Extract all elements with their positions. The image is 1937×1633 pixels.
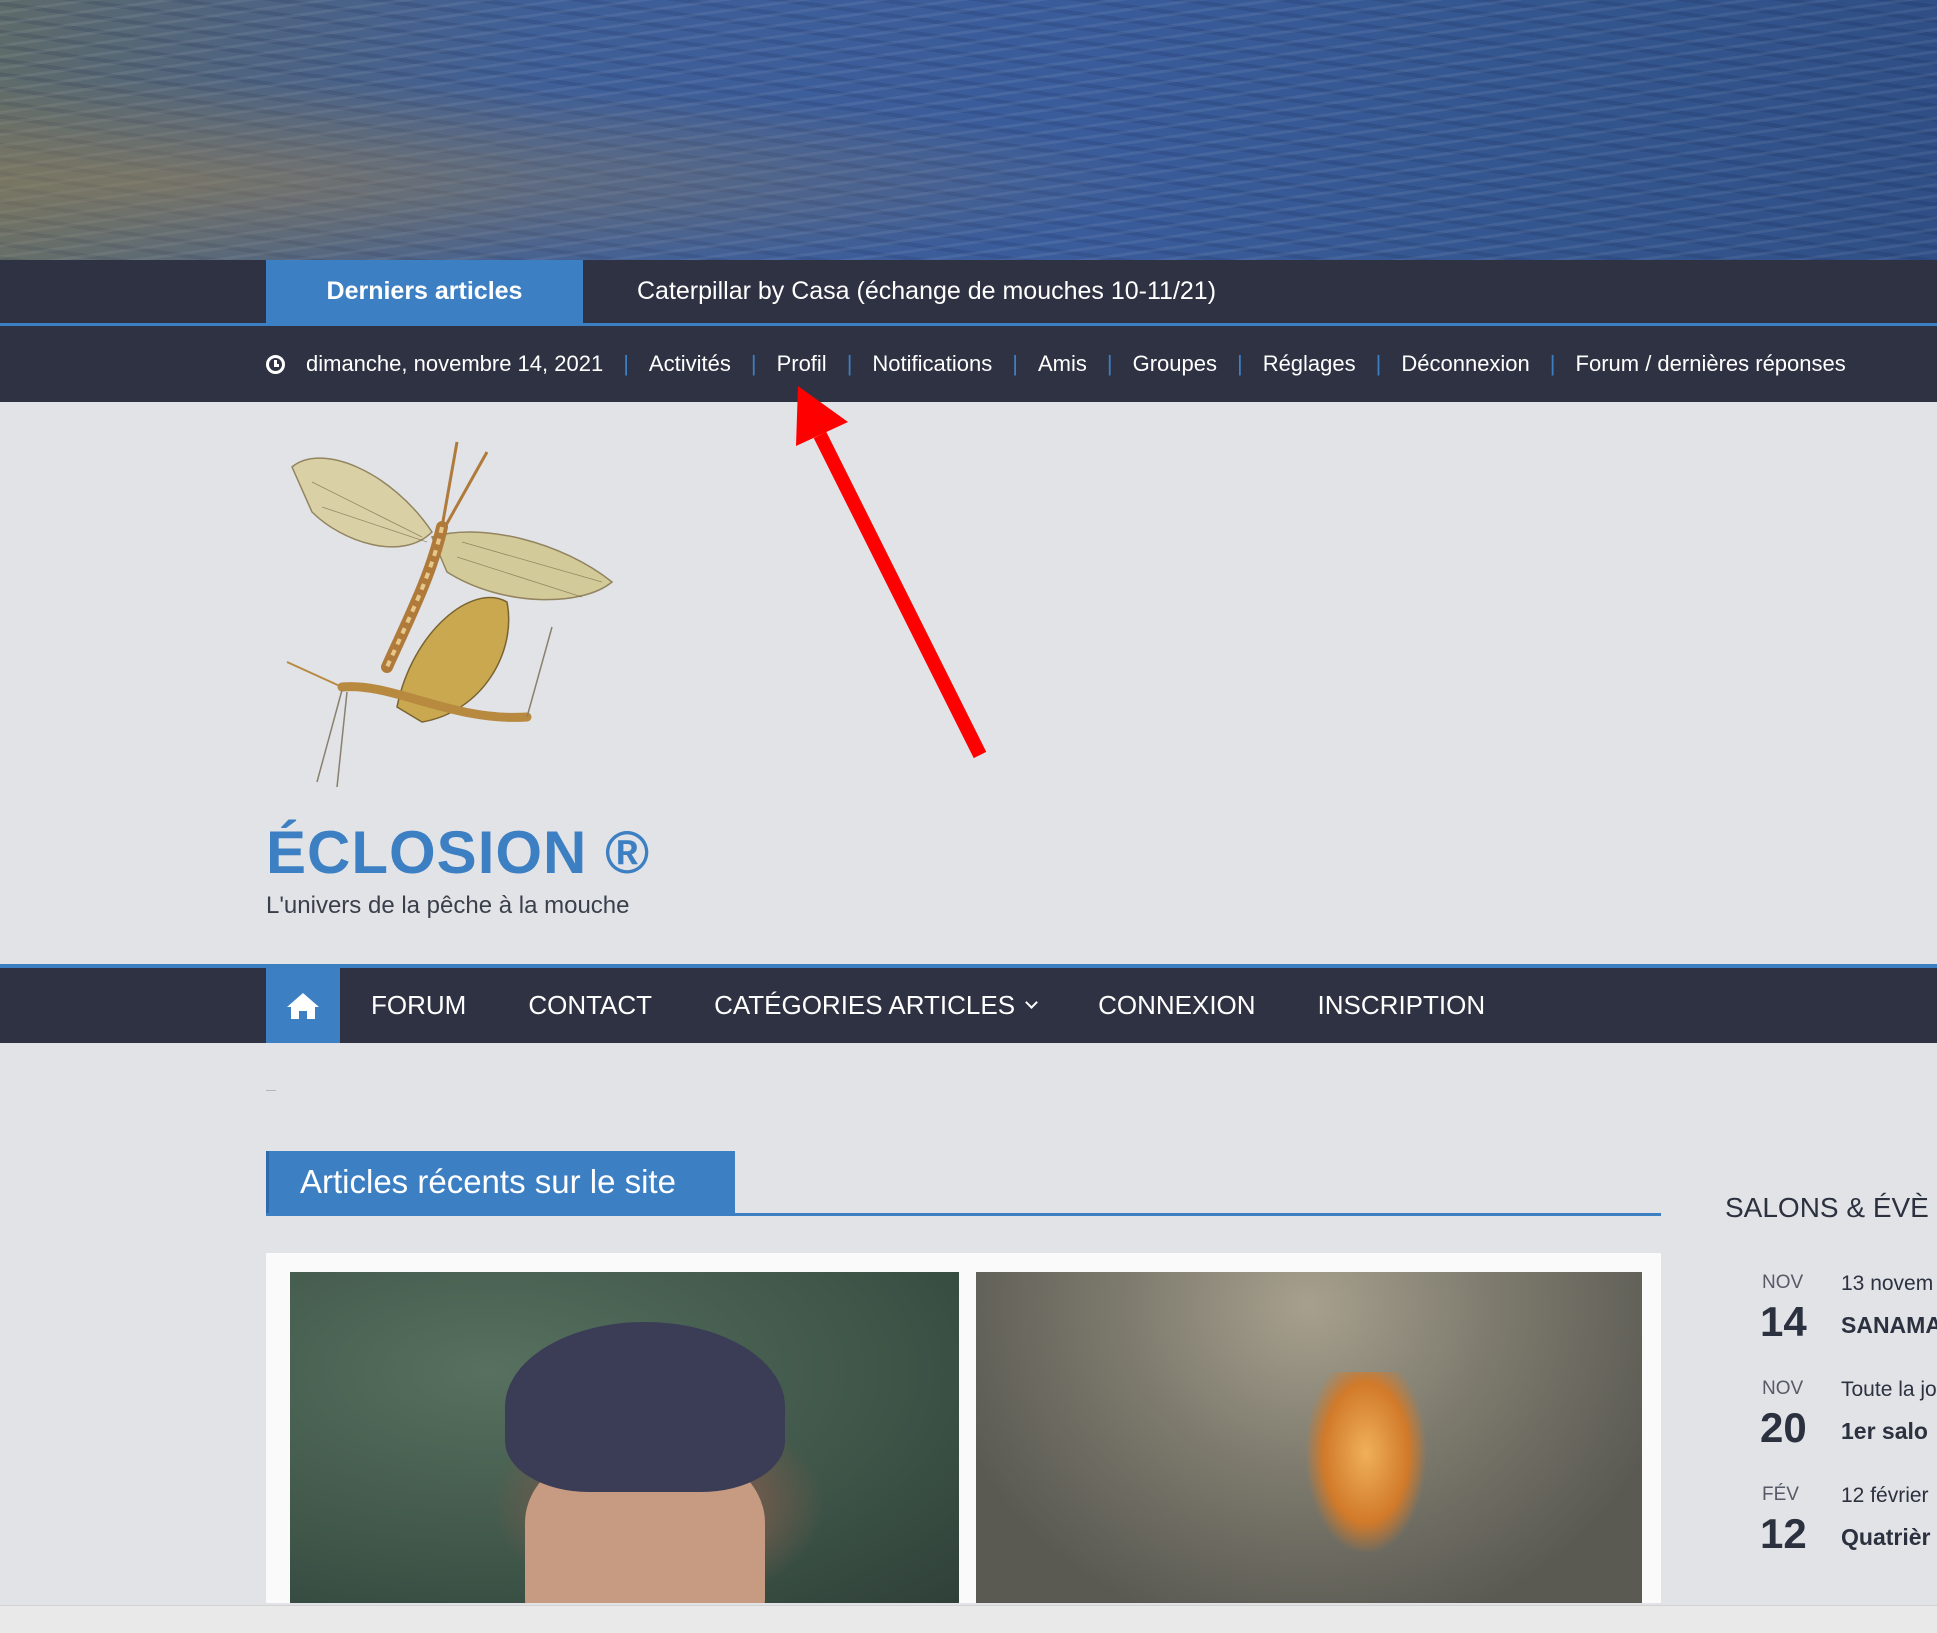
nav-item-categories-label: CATÉGORIES ARTICLES xyxy=(714,990,1016,1020)
home-icon xyxy=(287,992,319,1019)
nav-item-connexion[interactable]: CONNEXION xyxy=(1067,968,1286,1043)
event-day: 12 xyxy=(1760,1510,1807,1557)
event-month: NOV xyxy=(1762,1378,1804,1399)
site-tagline: L'univers de la pêche à la mouche xyxy=(266,892,630,919)
events-widget-title: SALONS & ÉVÈ xyxy=(1725,1192,1929,1223)
separator: | xyxy=(1106,351,1113,376)
divider xyxy=(266,1090,276,1091)
main-navigation: FORUM CONTACT CATÉGORIES ARTICLES CONNEX… xyxy=(0,964,1937,1043)
separator: | xyxy=(1012,351,1018,376)
article-card-image[interactable] xyxy=(976,1272,1642,1603)
ticker-label: Derniers articles xyxy=(266,260,583,323)
event-name[interactable]: Quatrièr xyxy=(1841,1524,1930,1551)
recent-articles-grid xyxy=(266,1253,1661,1603)
site-title[interactable]: ÉCLOSION ® xyxy=(266,818,650,887)
topbar-link-reglages[interactable]: Réglages xyxy=(1263,351,1356,377)
topbar-link-groupes[interactable]: Groupes xyxy=(1133,351,1217,377)
chevron-down-icon xyxy=(1025,996,1038,1009)
clock-icon xyxy=(266,354,285,374)
topbar-link-deconnexion[interactable]: Déconnexion xyxy=(1401,351,1529,377)
topbar-link-amis[interactable]: Amis xyxy=(1038,351,1087,377)
event-day: 20 xyxy=(1760,1404,1807,1451)
topbar-link-activites[interactable]: Activités xyxy=(649,351,731,377)
event-name[interactable]: SANAMA xyxy=(1841,1312,1937,1339)
header-banner-image xyxy=(0,0,1937,260)
article-card-image[interactable] xyxy=(290,1272,959,1603)
recent-articles-header: Articles récents sur le site xyxy=(266,1151,1661,1216)
event-when: 12 février xyxy=(1841,1484,1929,1507)
portrait-cap xyxy=(505,1322,785,1492)
event-when: 13 novem xyxy=(1841,1272,1934,1295)
separator: | xyxy=(1375,351,1382,376)
horizontal-scrollbar[interactable] xyxy=(0,1605,1937,1633)
separator: | xyxy=(1236,351,1243,376)
mayfly-logo-image[interactable] xyxy=(282,432,622,792)
event-when: Toute la jo xyxy=(1841,1378,1937,1401)
separator: | xyxy=(846,351,853,376)
ticker-headline-link[interactable]: Caterpillar by Casa (échange de mouches … xyxy=(637,260,1216,323)
separator: | xyxy=(1549,351,1556,376)
topbar-link-profil[interactable]: Profil xyxy=(777,351,827,377)
topbar-link-forum[interactable]: Forum / dernières réponses xyxy=(1576,351,1846,377)
separator: | xyxy=(623,351,629,376)
nav-item-categories[interactable]: CATÉGORIES ARTICLES xyxy=(683,968,1067,1043)
home-button[interactable] xyxy=(266,968,340,1043)
separator: | xyxy=(750,351,757,376)
event-month: FÉV xyxy=(1762,1484,1799,1505)
topbar-link-notifications[interactable]: Notifications xyxy=(872,351,992,377)
latest-articles-ticker: Derniers articles Caterpillar by Casa (é… xyxy=(0,260,1937,326)
event-day: 14 xyxy=(1760,1298,1807,1345)
nav-item-contact[interactable]: CONTACT xyxy=(497,968,683,1043)
fly-pattern-photo xyxy=(1306,1372,1426,1552)
nav-item-forum[interactable]: FORUM xyxy=(340,968,497,1043)
nav-item-inscription[interactable]: INSCRIPTION xyxy=(1287,968,1517,1043)
event-name[interactable]: 1er salo xyxy=(1841,1418,1928,1445)
event-month: NOV xyxy=(1762,1272,1804,1293)
recent-articles-title: Articles récents sur le site xyxy=(266,1151,735,1213)
annotation-arrow-icon xyxy=(796,386,987,759)
current-date: dimanche, novembre 14, 2021 xyxy=(306,351,604,376)
